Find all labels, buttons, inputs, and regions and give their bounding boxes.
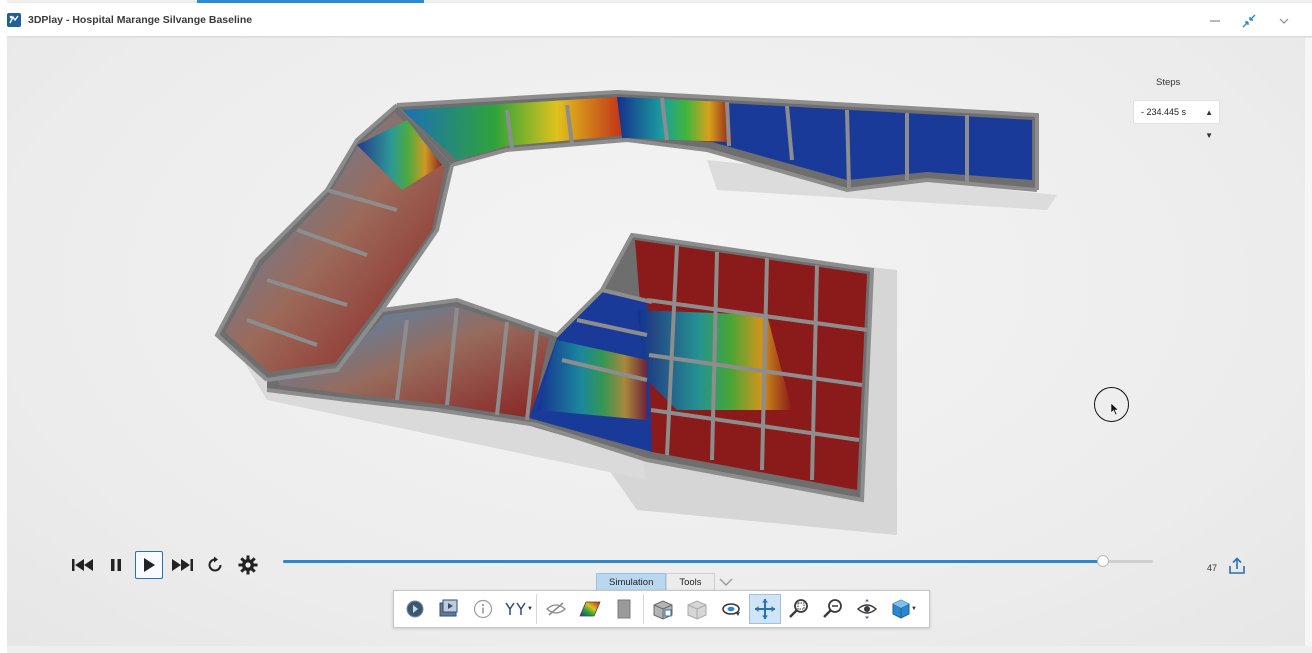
gear-icon[interactable]: [234, 551, 262, 579]
timeline-handle[interactable]: [1096, 555, 1109, 567]
collapse-toolbar-icon[interactable]: [717, 573, 735, 590]
section-box-icon[interactable]: [647, 594, 679, 624]
toolbar-tabs: Simulation Tools: [596, 573, 735, 590]
vertical-scrollbar[interactable]: [1305, 38, 1312, 646]
reload-icon[interactable]: [201, 551, 229, 579]
info-icon[interactable]: [467, 594, 499, 624]
filter-dropdown-caret: ▼: [527, 606, 533, 612]
export-icon[interactable]: [1227, 556, 1247, 576]
plane-icon[interactable]: [608, 594, 640, 624]
skip-to-end-icon[interactable]: [168, 551, 196, 579]
3dplay-app-icon: [7, 13, 21, 27]
restore-icon[interactable]: [1239, 11, 1259, 31]
minimize-icon[interactable]: [1205, 11, 1225, 31]
steps-label: Steps: [1156, 77, 1181, 88]
color-map-icon[interactable]: [574, 594, 606, 624]
updown-arrows-icon: ▲ ▼: [1205, 108, 1213, 140]
chevron-down-icon[interactable]: [1274, 11, 1294, 31]
playback-controls: [69, 551, 267, 579]
pause-icon[interactable]: [102, 551, 130, 579]
animation-icon[interactable]: [433, 594, 465, 624]
tab-simulation[interactable]: Simulation: [596, 573, 667, 590]
steps-selected-value: - 234.445 s: [1141, 107, 1187, 117]
simulation-toolbar: ▼ ▼: [393, 590, 930, 628]
title-bar: 3DPlay - Hospital Marange Silvange Basel…: [7, 3, 1312, 37]
steps-select[interactable]: - 234.445 s ▲ ▼: [1133, 100, 1220, 140]
ghost-box-icon[interactable]: [681, 594, 713, 624]
frame-number: 47: [1207, 563, 1218, 573]
filter-icon[interactable]: ▼: [501, 594, 533, 624]
timeline-slider[interactable]: [283, 555, 1153, 567]
tab-tools[interactable]: Tools: [666, 573, 715, 590]
toolbar-divider: [643, 594, 644, 624]
rotate-icon[interactable]: [715, 594, 747, 624]
sphere-icon[interactable]: [399, 594, 431, 624]
skip-to-start-icon[interactable]: [69, 551, 97, 579]
view-cube-icon[interactable]: ▼: [885, 594, 917, 624]
timeline-progress: [283, 560, 1103, 563]
hide-icon[interactable]: [540, 594, 572, 624]
toolbar-divider: [536, 594, 537, 624]
zoom-icon[interactable]: [817, 594, 849, 624]
zoom-area-icon[interactable]: [783, 594, 815, 624]
floor-plan-simulation-3d[interactable]: [207, 80, 1107, 540]
pan-icon[interactable]: [749, 594, 781, 624]
view-dropdown-caret: ▼: [911, 606, 917, 612]
top-wing-floor-mid: [617, 97, 732, 142]
mouse-pointer-icon: [1110, 402, 1120, 416]
window-title: 3DPlay - Hospital Marange Silvange Basel…: [28, 14, 253, 26]
look-around-icon[interactable]: [851, 594, 883, 624]
play-icon[interactable]: [135, 551, 163, 579]
app-window: 3DPlay - Hospital Marange Silvange Basel…: [7, 0, 1312, 653]
